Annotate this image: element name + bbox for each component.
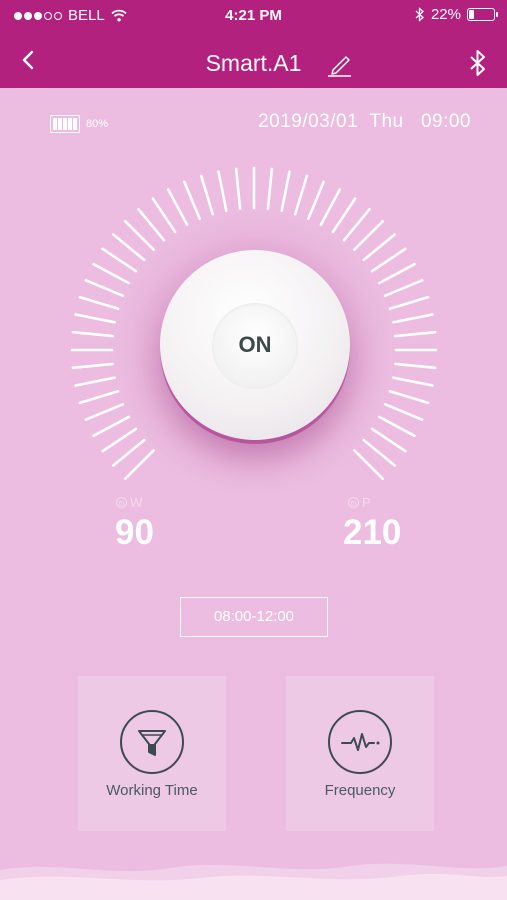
working-time-card[interactable]: Working Time bbox=[78, 676, 226, 831]
right-readout-icon: ⊙ bbox=[348, 497, 359, 508]
power-button-label: ON bbox=[238, 332, 272, 357]
funnel-icon bbox=[120, 710, 184, 774]
dial-tick bbox=[124, 449, 155, 480]
left-readout-label: ⊙ W bbox=[116, 495, 142, 510]
working-time-label: Working Time bbox=[106, 782, 198, 799]
frequency-label: Frequency bbox=[324, 782, 396, 799]
dial-tick bbox=[353, 449, 384, 480]
frequency-card[interactable]: Frequency bbox=[286, 676, 434, 831]
time-range-button[interactable]: 08:00-12:00 bbox=[180, 597, 328, 637]
bottom-wave bbox=[0, 863, 507, 900]
right-readout-label: ⊙ P bbox=[348, 495, 371, 510]
right-readout-value: 210 bbox=[343, 513, 402, 552]
heartbeat-icon bbox=[328, 710, 392, 774]
left-readout-value: 90 bbox=[115, 513, 154, 552]
dial-tick bbox=[353, 220, 384, 251]
left-readout-icon: ⊙ bbox=[116, 497, 127, 508]
dial-tick bbox=[124, 220, 155, 251]
